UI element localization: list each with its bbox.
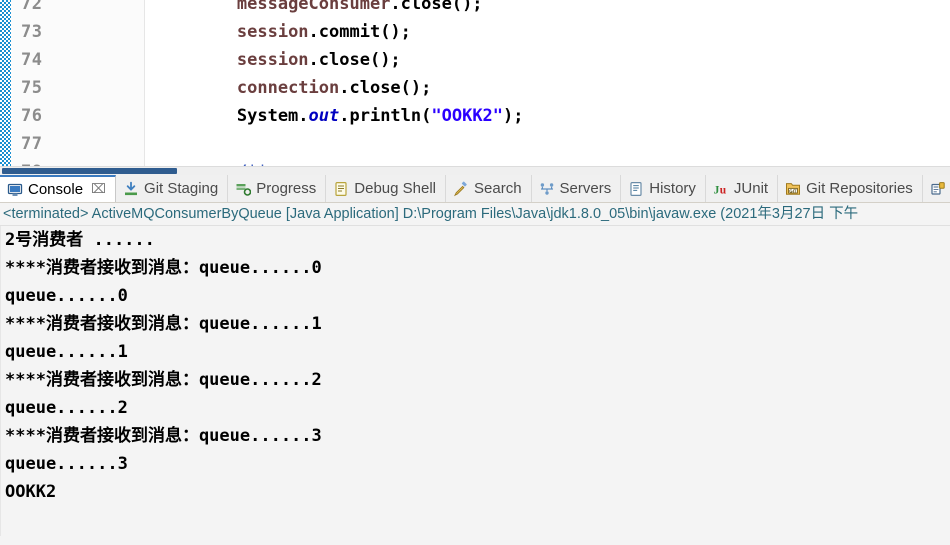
console-icon	[7, 183, 23, 196]
tab-console[interactable]: Console ⌧	[0, 175, 117, 202]
console-output-line: ****消费者接收到消息：queue......2	[5, 370, 322, 390]
code-line[interactable]: session.commit();	[144, 18, 950, 46]
code-token-plain: );	[503, 106, 524, 126]
code-token-str: "OOKK2"	[431, 106, 504, 126]
code-token-plain: .close();	[390, 0, 483, 14]
code-token-field: out	[308, 106, 340, 126]
code-token-plain: .commit();	[308, 22, 411, 42]
tab-label: Debug Shell	[354, 180, 437, 197]
tab-label: JUnit	[733, 180, 769, 197]
close-icon[interactable]: ⌧	[91, 182, 106, 197]
code-token-var: session	[236, 50, 309, 70]
code-line[interactable]: /**	[144, 158, 950, 166]
tab-synchronize[interactable]: Synchronize	[923, 175, 950, 202]
tab-progress[interactable]: Progress	[228, 175, 327, 202]
code-token-var: messageConsumer	[236, 0, 391, 14]
history-icon	[630, 181, 642, 196]
svg-text:u: u	[720, 184, 727, 196]
tab-label: Git Staging	[144, 180, 219, 197]
tab-git-staging[interactable]: Git Staging	[116, 175, 229, 202]
code-token-plain: .close();	[339, 78, 432, 98]
git-staging-icon	[125, 181, 138, 195]
console-output-line: queue......3	[5, 454, 128, 474]
tab-debug-shell[interactable]: Debug Shell	[326, 175, 447, 202]
synchronize-icon	[931, 181, 945, 195]
search-icon	[454, 181, 467, 196]
view-tab-bar[interactable]: Console ⌧ Git Staging Progress Debug Shell Se…	[0, 175, 950, 203]
line-number: 76	[21, 106, 43, 126]
tab-label: Servers	[559, 180, 612, 197]
line-number: 78	[11, 158, 131, 166]
line-number: 73	[21, 22, 43, 42]
code-line[interactable]: System.out.println("OOKK2");	[144, 102, 950, 130]
code-token-var: session	[236, 22, 309, 42]
eclipse-ide-window: 72 73 74 75 76 77 78 messageConsumer.close(); …	[0, 0, 950, 545]
progress-icon	[236, 183, 252, 196]
tab-label: History	[649, 180, 696, 197]
code-line[interactable]: messageConsumer.close();	[144, 0, 950, 18]
junit-icon: Ju	[714, 184, 727, 196]
console-output-area[interactable]: 2号消费者 ...... ****消费者接收到消息：queue......0 que…	[0, 226, 950, 536]
tab-git-repositories[interactable]: GIT Git Repositories	[778, 175, 923, 202]
line-number: 75	[21, 78, 43, 98]
java-source-editor[interactable]: 72 73 74 75 76 77 78 messageConsumer.close(); …	[0, 0, 950, 166]
code-token-var: connection	[236, 78, 340, 98]
code-token-plain: .println(	[339, 106, 432, 126]
svg-text:J: J	[714, 184, 720, 196]
tab-search[interactable]: Search	[446, 175, 532, 202]
tab-servers[interactable]: Servers	[532, 175, 622, 202]
line-number-gutter: 72 73 74 75 76 77 78	[11, 0, 145, 166]
debug-shell-icon	[335, 181, 347, 196]
editor-code-area[interactable]: messageConsumer.close(); session.commit(…	[144, 0, 950, 166]
console-output-line: queue......2	[5, 398, 128, 418]
tab-history[interactable]: History	[621, 175, 706, 202]
tab-label: Console	[28, 181, 84, 198]
tab-label: Search	[474, 180, 522, 197]
code-token-plain: .close();	[308, 50, 401, 70]
editor-horizontal-scrollbar-thumb[interactable]	[2, 168, 177, 174]
console-output-line: ****消费者接收到消息：queue......3	[5, 426, 322, 446]
line-number: 77	[21, 134, 43, 154]
code-token-plain: System.	[155, 106, 309, 126]
code-line[interactable]	[144, 130, 950, 158]
console-launch-status: <terminated> ActiveMQConsumerByQueue [Ja…	[0, 203, 950, 226]
editor-change-marker-strip[interactable]	[0, 0, 11, 166]
tab-label: Progress	[256, 180, 317, 197]
tab-label: Git Repositories	[806, 180, 913, 197]
tab-junit[interactable]: Ju JUnit	[706, 175, 779, 202]
console-output-line: queue......1	[5, 342, 128, 362]
code-line[interactable]: connection.close();	[144, 74, 950, 102]
code-line[interactable]: session.close();	[144, 46, 950, 74]
line-number: 74	[21, 50, 43, 70]
console-output-line: ****消费者接收到消息：queue......1	[5, 314, 322, 334]
console-output-line: queue......0	[5, 286, 128, 306]
console-output-line: OOKK2	[5, 482, 57, 502]
servers-icon	[540, 182, 553, 195]
console-output-line: 2号消费者 ......	[5, 230, 155, 250]
console-output-line: ****消费者接收到消息：queue......0	[5, 258, 322, 278]
svg-text:GIT: GIT	[789, 188, 797, 193]
git-repositories-icon: GIT	[786, 182, 801, 195]
line-number: 72	[21, 0, 43, 14]
